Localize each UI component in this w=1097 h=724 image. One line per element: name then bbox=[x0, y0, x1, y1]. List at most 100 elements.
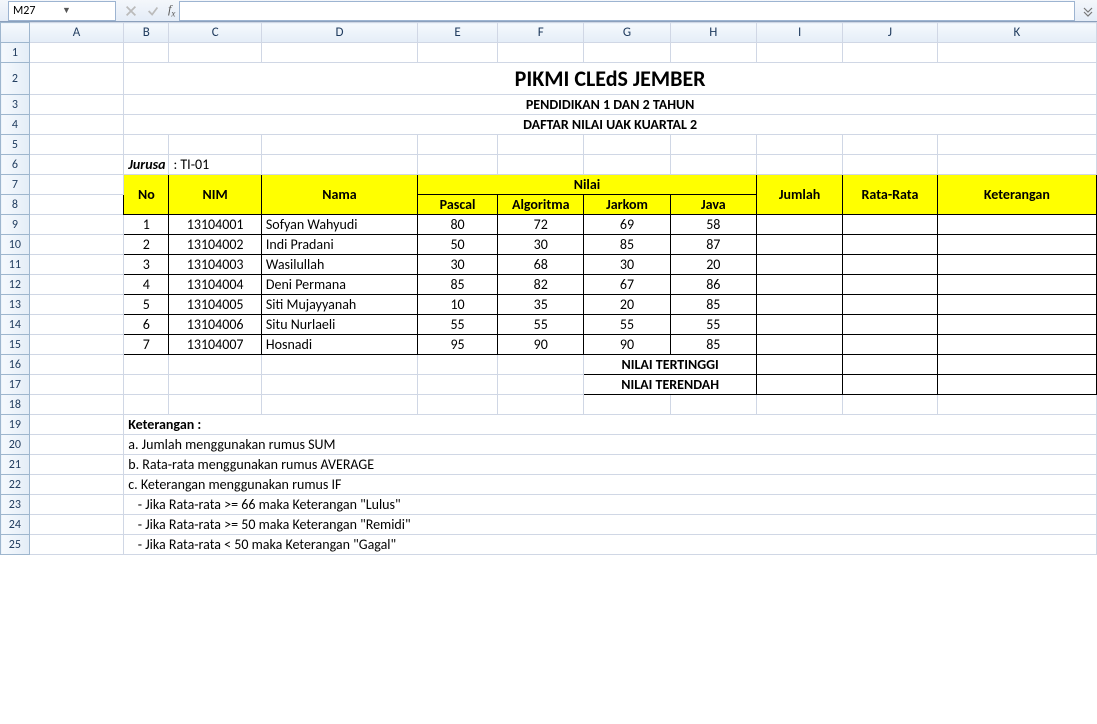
cell-tertinggi-ket[interactable] bbox=[937, 355, 1096, 375]
row-header-14[interactable]: 14 bbox=[1, 315, 30, 335]
cell-pascal[interactable]: 95 bbox=[418, 335, 498, 355]
cell-rata[interactable] bbox=[843, 235, 938, 255]
cell-pascal[interactable]: 55 bbox=[418, 315, 498, 335]
col-header-E[interactable]: E bbox=[418, 23, 498, 43]
cell-nama[interactable]: Wasilullah bbox=[261, 255, 417, 275]
cell-jumlah[interactable] bbox=[756, 215, 842, 235]
cell-java[interactable]: 20 bbox=[670, 255, 756, 275]
formula-input[interactable] bbox=[179, 1, 1075, 21]
cell-nim[interactable]: 13104006 bbox=[169, 315, 261, 335]
cell-ket[interactable] bbox=[937, 275, 1096, 295]
cell-pascal[interactable]: 50 bbox=[418, 235, 498, 255]
cell-algo[interactable]: 82 bbox=[498, 275, 584, 295]
cell-algo[interactable]: 30 bbox=[498, 235, 584, 255]
cell-jumlah[interactable] bbox=[756, 295, 842, 315]
row-header-3[interactable]: 3 bbox=[1, 95, 30, 115]
cell-jarkom[interactable]: 67 bbox=[584, 275, 670, 295]
cell-jarkom[interactable]: 55 bbox=[584, 315, 670, 335]
col-header-B[interactable]: B bbox=[124, 23, 169, 43]
cell-jarkom[interactable]: 90 bbox=[584, 335, 670, 355]
cell-rata[interactable] bbox=[843, 335, 938, 355]
cell-ket[interactable] bbox=[937, 315, 1096, 335]
cell-no[interactable]: 2 bbox=[124, 235, 169, 255]
cell-algo[interactable]: 72 bbox=[498, 215, 584, 235]
row-header-8[interactable]: 8 bbox=[1, 195, 30, 215]
cell-jarkom[interactable]: 85 bbox=[584, 235, 670, 255]
cell-jarkom[interactable]: 20 bbox=[584, 295, 670, 315]
cell-nim[interactable]: 13104004 bbox=[169, 275, 261, 295]
fx-button[interactable]: fx bbox=[168, 2, 175, 18]
row-header-20[interactable]: 20 bbox=[1, 435, 30, 455]
cell-jumlah[interactable] bbox=[756, 255, 842, 275]
col-header-G[interactable]: G bbox=[584, 23, 670, 43]
row-header-17[interactable]: 17 bbox=[1, 375, 30, 395]
row-header-9[interactable]: 9 bbox=[1, 215, 30, 235]
row-header-7[interactable]: 7 bbox=[1, 175, 30, 195]
cell-nim[interactable]: 13104007 bbox=[169, 335, 261, 355]
cell-rata[interactable] bbox=[843, 315, 938, 335]
row-header-10[interactable]: 10 bbox=[1, 235, 30, 255]
cell-java[interactable]: 58 bbox=[670, 215, 756, 235]
cell-jumlah[interactable] bbox=[756, 315, 842, 335]
col-header-D[interactable]: D bbox=[261, 23, 417, 43]
cell-nama[interactable]: Sofyan Wahyudi bbox=[261, 215, 417, 235]
cell-no[interactable]: 1 bbox=[124, 215, 169, 235]
cell-nama[interactable]: Hosnadi bbox=[261, 335, 417, 355]
col-header-H[interactable]: H bbox=[670, 23, 756, 43]
cell-nim[interactable]: 13104005 bbox=[169, 295, 261, 315]
col-header-C[interactable]: C bbox=[169, 23, 261, 43]
row-header-12[interactable]: 12 bbox=[1, 275, 30, 295]
cell-java[interactable]: 85 bbox=[670, 295, 756, 315]
cell-algo[interactable]: 35 bbox=[498, 295, 584, 315]
cell-nama[interactable]: Siti Mujayyanah bbox=[261, 295, 417, 315]
cell-pascal[interactable]: 85 bbox=[418, 275, 498, 295]
cell-nama[interactable]: Indi Pradani bbox=[261, 235, 417, 255]
row-header-2[interactable]: 2 bbox=[1, 63, 30, 95]
cell-rata[interactable] bbox=[843, 295, 938, 315]
row-header-5[interactable]: 5 bbox=[1, 135, 30, 155]
col-header-A[interactable]: A bbox=[29, 23, 124, 43]
row-header-4[interactable]: 4 bbox=[1, 115, 30, 135]
cell-ket[interactable] bbox=[937, 235, 1096, 255]
cancel-button[interactable] bbox=[120, 1, 142, 21]
cell-ket[interactable] bbox=[937, 335, 1096, 355]
row-header-15[interactable]: 15 bbox=[1, 335, 30, 355]
cell-ket[interactable] bbox=[937, 295, 1096, 315]
cell-jarkom[interactable]: 69 bbox=[584, 215, 670, 235]
row-header-21[interactable]: 21 bbox=[1, 455, 30, 475]
cell-ket[interactable] bbox=[937, 215, 1096, 235]
cell-jumlah[interactable] bbox=[756, 335, 842, 355]
cell-rata[interactable] bbox=[843, 215, 938, 235]
col-header-I[interactable]: I bbox=[756, 23, 842, 43]
cell-algo[interactable]: 90 bbox=[498, 335, 584, 355]
row-header-1[interactable]: 1 bbox=[1, 43, 30, 63]
col-header-J[interactable]: J bbox=[843, 23, 938, 43]
cell-tertinggi-rata[interactable] bbox=[843, 355, 938, 375]
cell-no[interactable]: 4 bbox=[124, 275, 169, 295]
row-header-6[interactable]: 6 bbox=[1, 155, 30, 175]
cell-nim[interactable]: 13104002 bbox=[169, 235, 261, 255]
row-header-13[interactable]: 13 bbox=[1, 295, 30, 315]
enter-button[interactable] bbox=[142, 1, 164, 21]
row-header-16[interactable]: 16 bbox=[1, 355, 30, 375]
row-header-24[interactable]: 24 bbox=[1, 515, 30, 535]
cell-pascal[interactable]: 10 bbox=[418, 295, 498, 315]
cell-no[interactable]: 6 bbox=[124, 315, 169, 335]
expand-formula-bar-icon[interactable] bbox=[1079, 1, 1097, 21]
cell-tertinggi-jumlah[interactable] bbox=[756, 355, 842, 375]
select-all-corner[interactable] bbox=[1, 23, 30, 43]
spreadsheet-grid[interactable]: A B C D E F G H I J K 1 2 PIKMI CLEdS JE… bbox=[0, 22, 1097, 555]
cell-no[interactable]: 5 bbox=[124, 295, 169, 315]
cell-terendah-ket[interactable] bbox=[937, 375, 1096, 395]
cell-rata[interactable] bbox=[843, 275, 938, 295]
cell-nim[interactable]: 13104001 bbox=[169, 215, 261, 235]
cell-java[interactable]: 86 bbox=[670, 275, 756, 295]
cell-algo[interactable]: 68 bbox=[498, 255, 584, 275]
cell-jumlah[interactable] bbox=[756, 275, 842, 295]
cell-terendah-jumlah[interactable] bbox=[756, 375, 842, 395]
cell-pascal[interactable]: 80 bbox=[418, 215, 498, 235]
cell-terendah-rata[interactable] bbox=[843, 375, 938, 395]
cell-java[interactable]: 85 bbox=[670, 335, 756, 355]
row-header-22[interactable]: 22 bbox=[1, 475, 30, 495]
row-header-23[interactable]: 23 bbox=[1, 495, 30, 515]
